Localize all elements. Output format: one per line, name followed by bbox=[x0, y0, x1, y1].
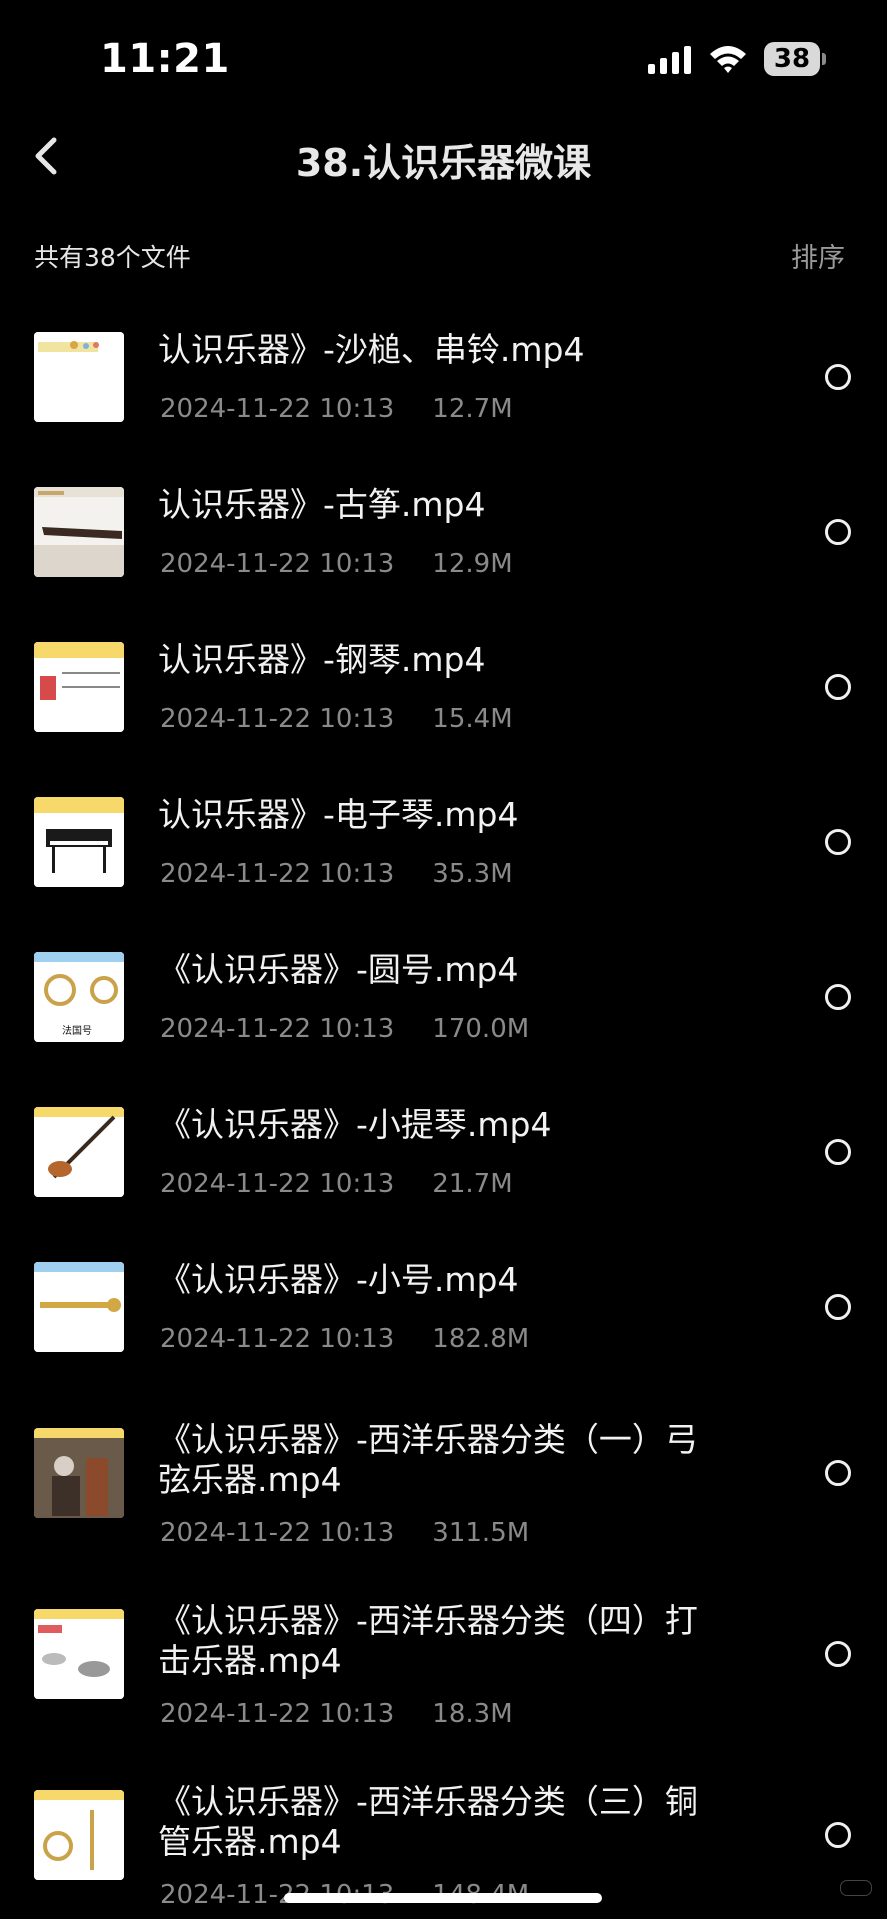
file-meta: 2024-11-22 10:13 35.3M bbox=[160, 859, 513, 889]
file-date: 2024-11-22 10:13 bbox=[160, 1324, 395, 1354]
video-thumbnail bbox=[34, 1609, 124, 1699]
list-item[interactable]: 认识乐器》-沙槌、串铃.mp4 2024-11-22 10:13 12.7M bbox=[0, 330, 887, 430]
file-name: 《认识乐器》-西洋乐器分类（一）弓弦乐器.mp4 bbox=[158, 1420, 698, 1499]
list-item[interactable]: 《认识乐器》-西洋乐器分类（一）弓弦乐器.mp4 2024-11-22 10:1… bbox=[0, 1420, 887, 1560]
video-thumbnail bbox=[34, 1790, 124, 1880]
file-name: 认识乐器》-钢琴.mp4 bbox=[158, 640, 486, 679]
file-size: 311.5M bbox=[432, 1518, 530, 1548]
video-thumbnail bbox=[34, 642, 124, 732]
file-date: 2024-11-22 10:13 bbox=[160, 549, 395, 579]
file-date: 2024-11-22 10:13 bbox=[160, 859, 395, 889]
file-name: 认识乐器》-电子琴.mp4 bbox=[158, 795, 519, 834]
file-size: 35.3M bbox=[432, 859, 513, 889]
select-radio[interactable] bbox=[825, 984, 851, 1010]
select-radio[interactable] bbox=[825, 1294, 851, 1320]
list-item[interactable]: 《认识乐器》-小号.mp4 2024-11-22 10:13 182.8M bbox=[0, 1260, 887, 1360]
file-list: 认识乐器》-沙槌、串铃.mp4 2024-11-22 10:13 12.7M 认识… bbox=[0, 0, 887, 1919]
file-size: 15.4M bbox=[432, 704, 513, 734]
file-date: 2024-11-22 10:13 bbox=[160, 1169, 395, 1199]
file-size: 21.7M bbox=[432, 1169, 513, 1199]
file-name: 认识乐器》-沙槌、串铃.mp4 bbox=[158, 330, 585, 369]
file-date: 2024-11-22 10:13 bbox=[160, 1014, 395, 1044]
file-size: 12.9M bbox=[432, 549, 513, 579]
file-size: 170.0M bbox=[432, 1014, 530, 1044]
list-item[interactable]: 认识乐器》-电子琴.mp4 2024-11-22 10:13 35.3M bbox=[0, 795, 887, 895]
file-size: 12.7M bbox=[432, 394, 513, 424]
file-meta: 2024-11-22 10:13 15.4M bbox=[160, 704, 513, 734]
file-size: 18.3M bbox=[432, 1699, 513, 1729]
file-meta: 2024-11-22 10:13 311.5M bbox=[160, 1518, 529, 1548]
list-item[interactable]: 法国号 《认识乐器》-圆号.mp4 2024-11-22 10:13 170.0M bbox=[0, 950, 887, 1050]
select-radio[interactable] bbox=[825, 1641, 851, 1667]
file-date: 2024-11-22 10:13 bbox=[160, 394, 395, 424]
select-radio[interactable] bbox=[825, 674, 851, 700]
video-thumbnail: 法国号 bbox=[34, 952, 124, 1042]
select-radio[interactable] bbox=[825, 1460, 851, 1486]
video-thumbnail bbox=[34, 1262, 124, 1352]
file-name: 《认识乐器》-小提琴.mp4 bbox=[158, 1105, 552, 1144]
list-item[interactable]: 认识乐器》-古筝.mp4 2024-11-22 10:13 12.9M bbox=[0, 485, 887, 585]
video-thumbnail bbox=[34, 1428, 124, 1518]
select-radio[interactable] bbox=[825, 1822, 851, 1848]
home-indicator[interactable] bbox=[284, 1893, 602, 1903]
video-thumbnail bbox=[34, 797, 124, 887]
select-radio[interactable] bbox=[825, 519, 851, 545]
file-name: 《认识乐器》-西洋乐器分类（四）打击乐器.mp4 bbox=[158, 1601, 698, 1680]
watermark-badge bbox=[840, 1880, 872, 1896]
file-name: 《认识乐器》-西洋乐器分类（三）铜管乐器.mp4 bbox=[158, 1782, 698, 1861]
file-date: 2024-11-22 10:13 bbox=[160, 1518, 395, 1548]
file-meta: 2024-11-22 10:13 21.7M bbox=[160, 1169, 513, 1199]
file-date: 2024-11-22 10:13 bbox=[160, 1699, 395, 1729]
select-radio[interactable] bbox=[825, 1139, 851, 1165]
file-meta: 2024-11-22 10:13 12.9M bbox=[160, 549, 513, 579]
file-size: 182.8M bbox=[432, 1324, 530, 1354]
file-date: 2024-11-22 10:13 bbox=[160, 704, 395, 734]
video-thumbnail bbox=[34, 487, 124, 577]
list-item[interactable]: 《认识乐器》-西洋乐器分类（四）打击乐器.mp4 2024-11-22 10:1… bbox=[0, 1601, 887, 1741]
file-meta: 2024-11-22 10:13 12.7M bbox=[160, 394, 513, 424]
select-radio[interactable] bbox=[825, 829, 851, 855]
file-meta: 2024-11-22 10:13 18.3M bbox=[160, 1699, 513, 1729]
file-name: 《认识乐器》-小号.mp4 bbox=[158, 1260, 519, 1299]
list-item[interactable]: 《认识乐器》-小提琴.mp4 2024-11-22 10:13 21.7M bbox=[0, 1105, 887, 1205]
thumbnail-caption: 法国号 bbox=[62, 1026, 92, 1037]
video-thumbnail bbox=[34, 332, 124, 422]
select-radio[interactable] bbox=[825, 364, 851, 390]
file-name: 《认识乐器》-圆号.mp4 bbox=[158, 950, 519, 989]
file-meta: 2024-11-22 10:13 170.0M bbox=[160, 1014, 529, 1044]
video-thumbnail bbox=[34, 1107, 124, 1197]
list-item[interactable]: 认识乐器》-钢琴.mp4 2024-11-22 10:13 15.4M bbox=[0, 640, 887, 740]
file-name: 认识乐器》-古筝.mp4 bbox=[158, 485, 486, 524]
file-meta: 2024-11-22 10:13 182.8M bbox=[160, 1324, 529, 1354]
